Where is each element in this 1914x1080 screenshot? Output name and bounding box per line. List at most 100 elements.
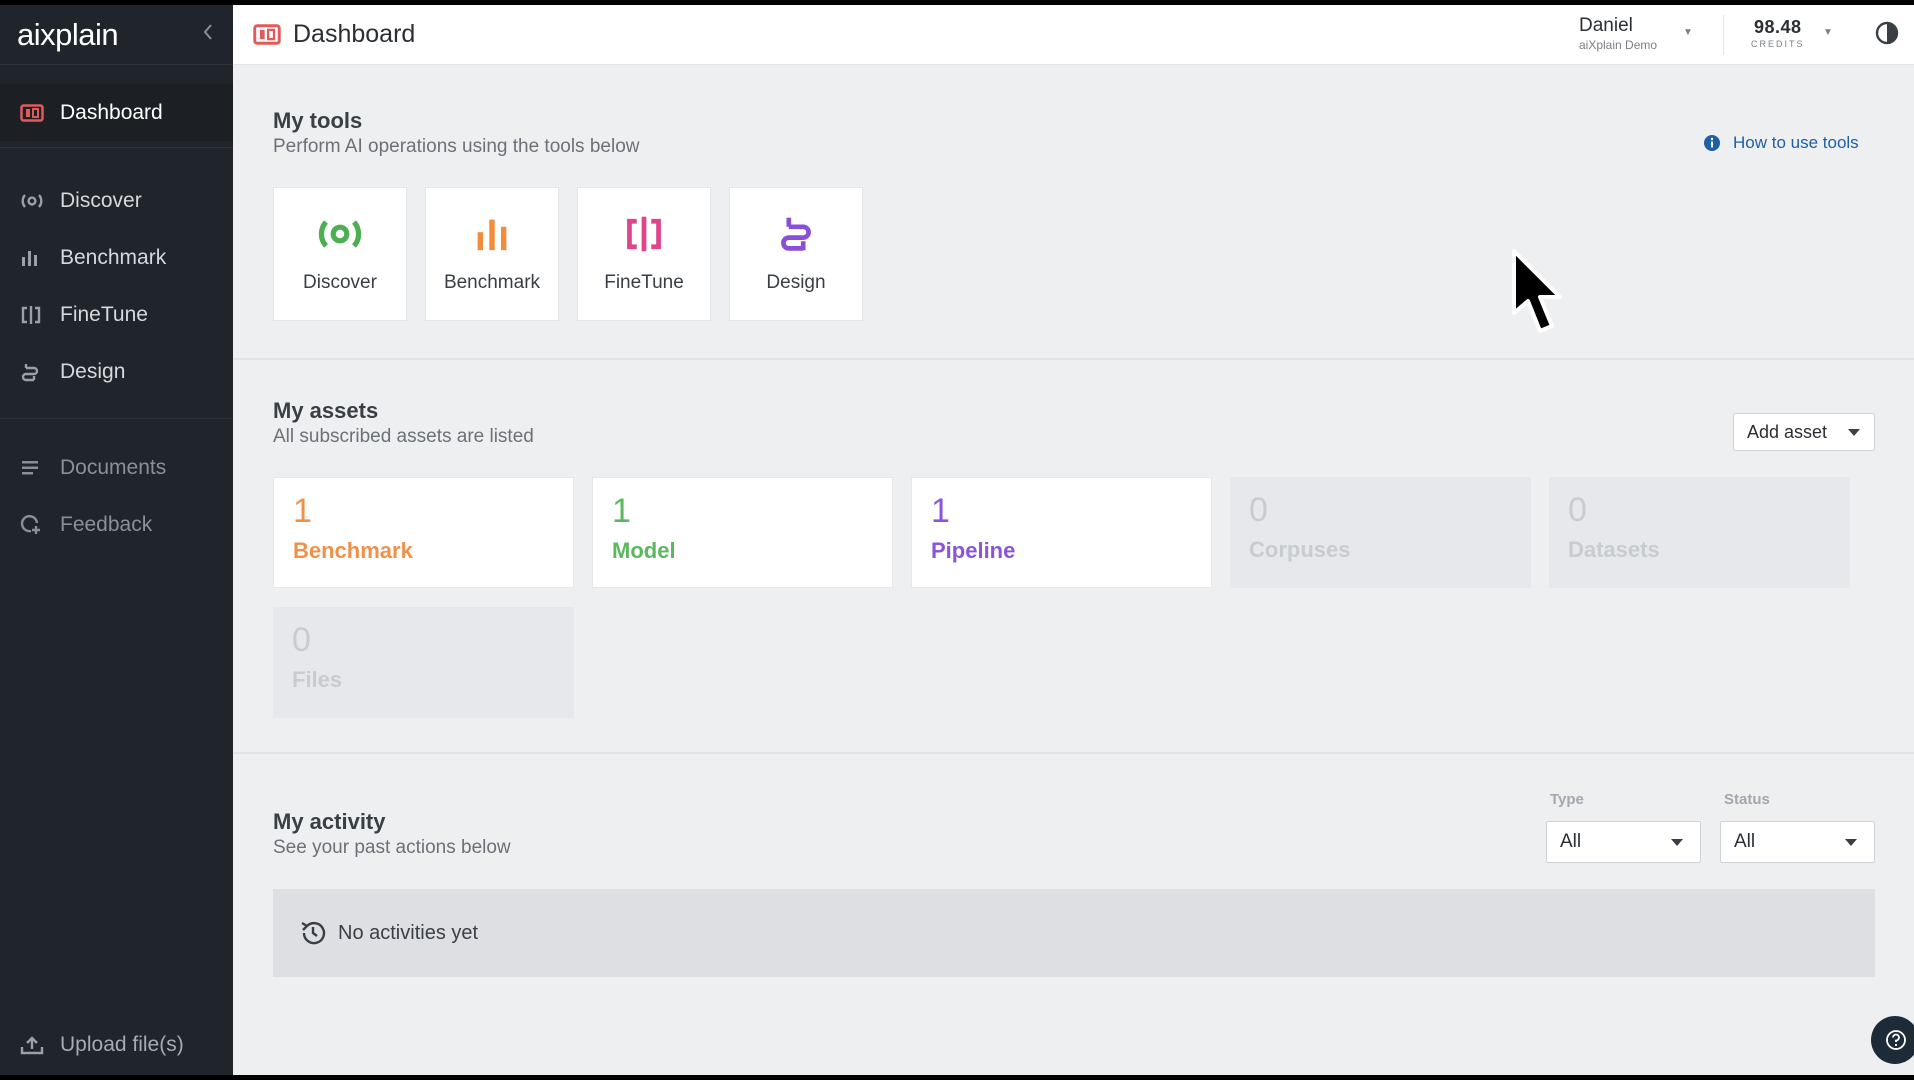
activity-empty-state: No activities yet [273, 889, 1875, 977]
sidebar-item-label: Benchmark [60, 245, 167, 269]
asset-count: 1 [293, 492, 312, 530]
help-button[interactable] [1871, 1016, 1914, 1064]
discover-icon [20, 192, 46, 210]
upload-files-button[interactable]: Upload file(s) [0, 1023, 233, 1067]
sidebar-item-discover[interactable]: Discover [0, 172, 233, 229]
tool-card-label: Discover [303, 272, 377, 293]
page-title: Dashboard [253, 20, 415, 49]
tool-card-finetune[interactable]: FineTune [577, 187, 711, 321]
assets-title: My assets [273, 398, 379, 423]
sidebar-item-label: FineTune [60, 302, 148, 326]
help-nav-group: Documents Feedback [0, 439, 233, 553]
status-filter-label: Status [1724, 791, 1770, 808]
asset-card-pipeline[interactable]: 1 Pipeline [911, 477, 1212, 588]
top-bar: Dashboard Daniel aiXplain Demo ▼ 98.48 C… [233, 5, 1914, 65]
tools-nav-group: Discover Benchmark FineTune Design [0, 172, 233, 400]
brand-bar: aixplain [0, 5, 233, 65]
caret-down-icon [1671, 839, 1683, 846]
asset-name: Datasets [1568, 537, 1660, 562]
discover-icon [316, 214, 364, 254]
sidebar-item-label: Feedback [60, 512, 153, 536]
divider [233, 752, 1914, 754]
activity-empty-text: No activities yet [338, 921, 479, 944]
sidebar-item-feedback[interactable]: Feedback [0, 496, 233, 553]
upload-icon [20, 1035, 46, 1055]
status-filter-select[interactable]: All [1720, 821, 1875, 863]
user-menu[interactable]: Daniel aiXplain Demo [1579, 15, 1699, 52]
tool-card-discover[interactable]: Discover [273, 187, 407, 321]
sidebar: aixplain Dashboard Discover Benchmark Fi… [0, 5, 233, 1075]
divider [233, 358, 1914, 360]
page-title-text: Dashboard [293, 20, 416, 48]
divider [0, 418, 233, 419]
dashboard-icon [20, 103, 46, 122]
sidebar-item-benchmark[interactable]: Benchmark [0, 229, 233, 286]
user-name: Daniel [1579, 15, 1633, 36]
tool-card-label: Design [766, 272, 826, 293]
caret-down-icon [1848, 429, 1860, 436]
sidebar-item-dashboard[interactable]: Dashboard [0, 84, 233, 141]
asset-card-benchmark[interactable]: 1 Benchmark [273, 477, 574, 588]
caret-down-icon[interactable]: ▼ [1683, 27, 1693, 38]
status-filter-value: All [1734, 831, 1756, 852]
activity-subtitle: See your past actions below [273, 837, 511, 858]
design-icon [20, 362, 46, 382]
type-filter-value: All [1560, 831, 1582, 852]
caret-down-icon[interactable]: ▼ [1823, 27, 1833, 38]
upload-label: Upload file(s) [60, 1033, 184, 1056]
asset-count: 1 [931, 492, 950, 530]
asset-card-files[interactable]: 0 Files [273, 607, 574, 718]
sidebar-item-label: Discover [60, 188, 142, 212]
app-window: aixplain Dashboard Discover Benchmark Fi… [0, 5, 1914, 1075]
tool-card-label: FineTune [604, 272, 684, 293]
credits-menu[interactable]: 98.48 CREDITS [1751, 17, 1805, 49]
sidebar-item-design[interactable]: Design [0, 343, 233, 400]
type-filter-select[interactable]: All [1546, 821, 1701, 863]
chevron-left-icon[interactable] [201, 22, 215, 48]
tool-card-design[interactable]: Design [729, 187, 863, 321]
tools-subtitle: Perform AI operations using the tools be… [273, 136, 640, 157]
asset-card-corpuses[interactable]: 0 Corpuses [1230, 477, 1531, 588]
sidebar-item-documents[interactable]: Documents [0, 439, 233, 496]
how-to-use-tools-link[interactable]: How to use tools [1703, 133, 1859, 153]
divider [1723, 15, 1724, 55]
asset-name: Corpuses [1249, 537, 1351, 562]
design-icon [778, 214, 814, 254]
contrast-icon[interactable] [1874, 20, 1900, 46]
type-filter-label: Type [1550, 791, 1584, 808]
sidebar-item-label: Documents [60, 455, 167, 479]
credits-label: CREDITS [1751, 39, 1805, 49]
asset-card-datasets[interactable]: 0 Datasets [1549, 477, 1850, 588]
add-asset-dropdown[interactable]: Add asset [1733, 413, 1875, 451]
aixplain-logo: aixplain [17, 16, 119, 52]
sidebar-item-label: Dashboard [60, 100, 163, 124]
activity-title: My activity [273, 809, 386, 834]
divider [0, 147, 233, 148]
bar-chart-icon [20, 249, 46, 267]
main-content: My tools Perform AI operations using the… [233, 66, 1914, 1075]
asset-name: Pipeline [931, 538, 1016, 563]
caret-down-icon [1845, 839, 1857, 846]
info-icon [1703, 134, 1721, 152]
tool-card-label: Benchmark [443, 272, 541, 293]
document-icon [20, 459, 46, 477]
user-org: aiXplain Demo [1579, 38, 1658, 52]
credits-value: 98.48 [1753, 17, 1802, 37]
asset-card-model[interactable]: 1 Model [592, 477, 893, 588]
tools-title: My tools [273, 108, 363, 133]
add-asset-label: Add asset [1747, 421, 1828, 442]
how-to-use-tools-text: How to use tools [1733, 133, 1859, 152]
finetune-icon [624, 214, 664, 254]
tool-card-benchmark[interactable]: Benchmark [425, 187, 559, 321]
asset-count: 0 [1249, 491, 1268, 529]
help-icon [1885, 1029, 1907, 1051]
asset-name: Files [292, 667, 343, 692]
dashboard-icon [253, 24, 281, 45]
asset-count: 0 [1568, 491, 1587, 529]
asset-count: 0 [292, 621, 311, 659]
sidebar-item-label: Design [60, 359, 126, 383]
asset-name: Model [612, 538, 676, 563]
sidebar-item-finetune[interactable]: FineTune [0, 286, 233, 343]
history-icon [298, 918, 328, 948]
finetune-icon [20, 305, 46, 325]
